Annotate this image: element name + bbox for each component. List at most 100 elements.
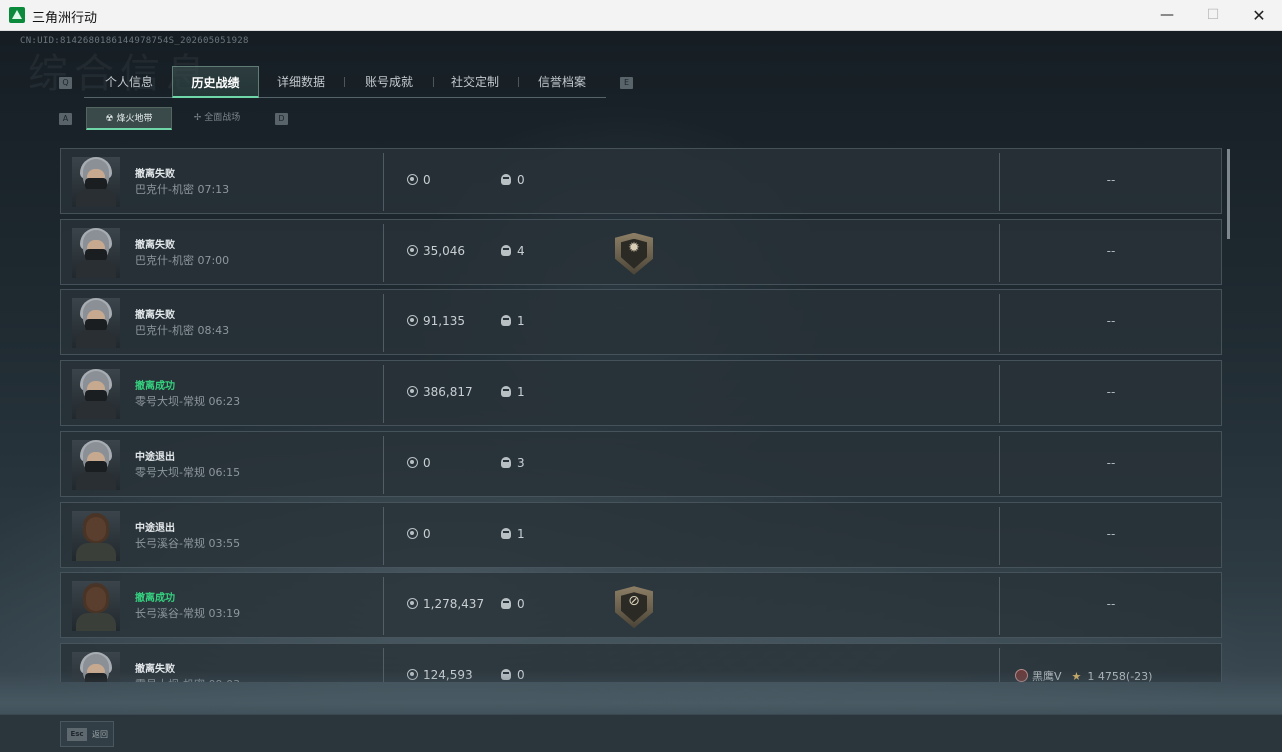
match-status: 撤离失败 (135, 239, 175, 251)
coin-icon (407, 174, 418, 185)
match-status: 中途退出 (135, 522, 175, 534)
extracted-value: 0 (407, 527, 431, 541)
kill-count: 3 (501, 456, 525, 470)
close-button[interactable]: ✕ (1236, 0, 1282, 31)
extracted-value: 0 (407, 456, 431, 470)
window-title: 三角洲行动 (32, 11, 98, 26)
coin-icon (407, 244, 418, 256)
column-divider (999, 365, 1000, 424)
medal-glyph: ⊘ (628, 593, 640, 610)
coin-icon (407, 386, 418, 398)
extracted-value-text: 0 (423, 526, 431, 541)
next-tab-key[interactable]: E (620, 77, 633, 89)
extracted-value: 1,278,437 (407, 597, 484, 611)
back-label: 返回 (92, 730, 108, 739)
operator-avatar (72, 369, 120, 420)
extracted-value: 0 (407, 173, 431, 187)
kill-count: 1 (501, 314, 525, 328)
extra-info: -- (1106, 455, 1116, 470)
map-and-duration: 巴克什-机密 08:43 (135, 324, 230, 338)
subtab-operations-label: 烽火地带 (116, 114, 153, 124)
list-scrollbar[interactable] (1227, 149, 1230, 239)
skull-icon (501, 244, 511, 256)
kill-count: 4 (501, 244, 525, 258)
kill-count: 1 (501, 527, 525, 541)
extracted-value: 91,135 (407, 314, 465, 328)
esc-key-hint: Esc (67, 728, 87, 741)
coin-icon (407, 598, 418, 610)
operator-avatar (72, 157, 120, 207)
map-and-duration: 长弓溪谷-常规 03:55 (135, 536, 241, 550)
match-record-row[interactable]: 中途退出 零号大坝-常规 06:15 0 3 -- (60, 430, 1222, 497)
kill-count: 0 (501, 173, 525, 187)
match-medal-icon: ✹ (615, 232, 653, 275)
match-record-row[interactable]: 撤离失败 巴克什-机密 07:13 0 0 -- (60, 148, 1222, 214)
skull-icon (501, 174, 511, 185)
map-and-duration: 零号大坝-常规 06:23 (135, 395, 241, 409)
match-record-list: 撤离失败 巴克什-机密 07:13 0 0 -- 撤离失败 巴克什-机密 07:… (60, 148, 1223, 682)
subtab-warfare-label: 全面战场 (204, 113, 241, 123)
tab-reputation[interactable]: 信誉档案 (522, 66, 602, 98)
prev-tab-key[interactable]: Q (59, 77, 72, 89)
match-record-row[interactable]: 撤离失败 巴克什-机密 08:43 91,135 1 -- (60, 289, 1222, 356)
kill-count-text: 1 (517, 385, 525, 400)
tab-match-history[interactable]: 历史战绩 (172, 66, 259, 98)
match-medal-icon: ⊘ (615, 586, 653, 629)
subtab-warfare[interactable]: ✢ 全面战场 (174, 107, 260, 130)
extracted-value-text: 0 (423, 455, 431, 470)
tab-divider (518, 77, 519, 87)
skull-icon (501, 456, 511, 468)
window-titlebar: 三角洲行动 — ☐ ✕ (0, 0, 1282, 31)
match-record-row[interactable]: 撤离成功 长弓溪谷-常规 03:19 1,278,437 0 ⊘ -- (60, 572, 1222, 639)
back-button[interactable]: Esc 返回 (60, 721, 114, 747)
extracted-value-text: 0 (423, 173, 431, 187)
column-divider (999, 435, 1000, 494)
bottom-bar: Esc 返回 (0, 714, 1282, 752)
extra-info: -- (1106, 243, 1116, 258)
column-divider (999, 153, 1000, 211)
prev-subtab-key[interactable]: A (59, 113, 72, 125)
maximize-button[interactable]: ☐ (1190, 0, 1236, 31)
tab-achievements[interactable]: 账号成就 (349, 66, 429, 98)
skull-icon (501, 315, 511, 327)
game-viewport: 综合信息 CN:UID:8142680186144978754S_2026050… (0, 31, 1282, 752)
extracted-value: 386,817 (407, 385, 473, 399)
column-divider (383, 506, 384, 565)
skull-icon (501, 527, 511, 539)
match-status: 撤离成功 (135, 593, 175, 605)
operator-avatar (72, 510, 120, 561)
extra-info: -- (1106, 597, 1116, 612)
extracted-value: 35,046 (407, 244, 465, 258)
map-and-duration: 长弓溪谷-常规 03:19 (135, 607, 241, 621)
extracted-value-text: 35,046 (423, 243, 465, 258)
subtab-operations[interactable]: ☢ 烽火地带 (86, 107, 172, 130)
next-subtab-key[interactable]: D (275, 113, 288, 125)
extracted-value-text: 1,278,437 (423, 597, 485, 612)
match-status: 撤离失败 (135, 310, 175, 322)
operator-avatar (72, 227, 120, 278)
column-divider (383, 223, 384, 282)
extra-info: -- (1106, 526, 1116, 541)
column-divider (999, 577, 1000, 636)
minimize-button[interactable]: — (1144, 0, 1190, 31)
map-and-duration: 零号大坝-常规 06:15 (135, 465, 241, 479)
extra-info: -- (1106, 173, 1116, 187)
column-divider (383, 153, 384, 211)
kill-count-text: 3 (517, 455, 525, 470)
operator-avatar (72, 439, 120, 490)
match-record-row[interactable]: 撤离成功 零号大坝-常规 06:23 386,817 1 -- (60, 360, 1222, 427)
operator-avatar (72, 298, 120, 349)
tab-social[interactable]: 社交定制 (435, 66, 515, 98)
app-logo-icon (9, 7, 25, 23)
kill-count-text: 1 (517, 526, 525, 541)
tab-detailed-data[interactable]: 详细数据 (261, 66, 341, 98)
tab-divider (433, 77, 434, 87)
column-divider (999, 223, 1000, 282)
match-status: 中途退出 (135, 451, 175, 463)
column-divider (999, 294, 1000, 353)
match-record-row[interactable]: 中途退出 长弓溪谷-常规 03:55 0 1 -- (60, 501, 1222, 568)
match-record-row[interactable]: 撤离失败 巴克什-机密 07:00 35,046 4 ✹ -- (60, 218, 1222, 285)
tab-personal-info[interactable]: 个人信息 (89, 66, 169, 98)
column-divider (383, 435, 384, 494)
operator-avatar (72, 581, 120, 632)
